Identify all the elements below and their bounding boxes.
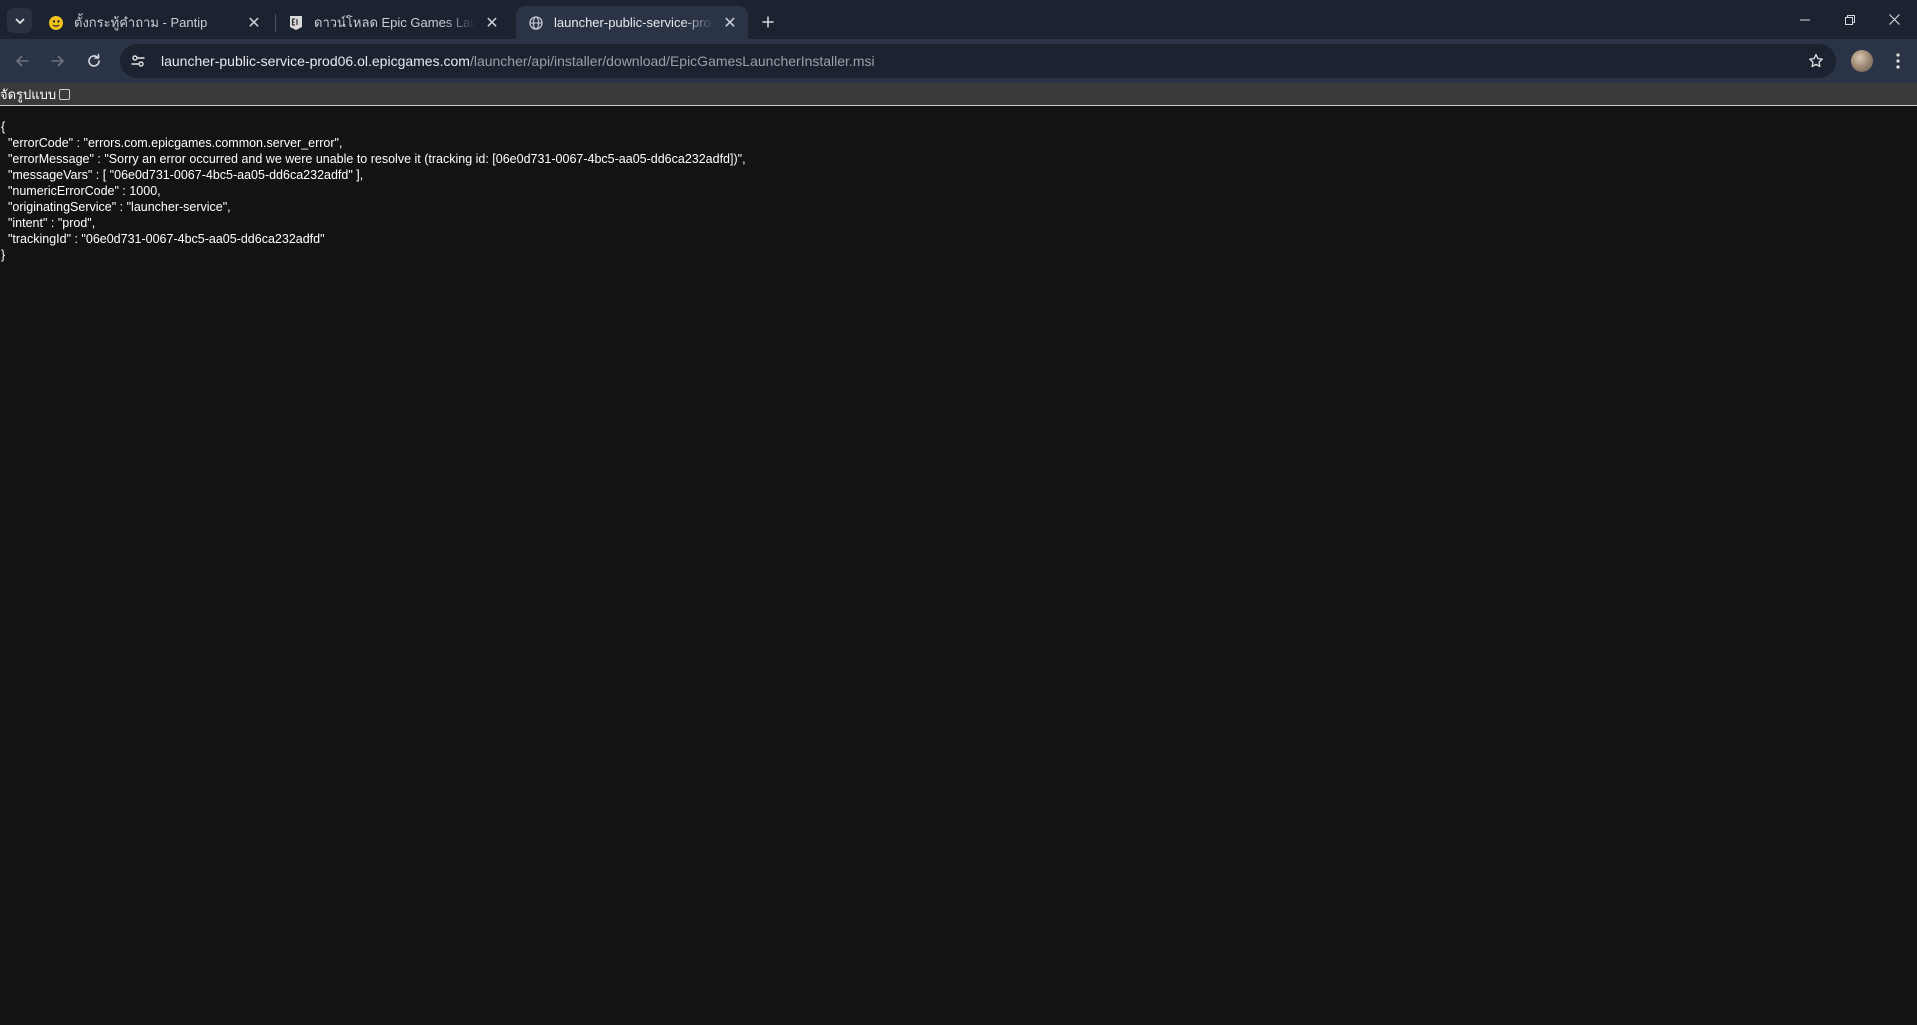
reload-icon bbox=[88, 53, 100, 67]
forward-button[interactable] bbox=[44, 47, 72, 75]
profile-avatar[interactable] bbox=[1851, 50, 1873, 72]
page-content: { "errorCode" : "errors.com.epicgames.co… bbox=[0, 106, 1917, 1025]
browser-title-bar: ตั้งกระทู้คำถาม - Pantip ✕ ดาวน์โหลด Epi… bbox=[0, 0, 1917, 39]
url-text[interactable]: launcher-public-service-prod06.ol.epicga… bbox=[161, 53, 875, 69]
tab-title: ดาวน์โหลด Epic Games Launcher bbox=[314, 15, 476, 30]
epic-games-icon bbox=[288, 15, 304, 31]
tune-icon bbox=[131, 55, 145, 67]
close-tab-icon[interactable]: ✕ bbox=[720, 13, 740, 33]
close-window-button[interactable] bbox=[1871, 0, 1917, 39]
globe-icon bbox=[528, 15, 544, 31]
reload-button[interactable] bbox=[80, 47, 108, 75]
tab-title: ตั้งกระทู้คำถาม - Pantip bbox=[74, 15, 208, 30]
restore-button[interactable] bbox=[1827, 0, 1873, 39]
star-icon bbox=[1809, 53, 1823, 68]
minimize-button[interactable] bbox=[1782, 0, 1828, 39]
close-tab-icon[interactable]: ✕ bbox=[244, 13, 264, 33]
address-bar[interactable]: launcher-public-service-prod06.ol.epicga… bbox=[120, 44, 1836, 78]
arrow-right-icon bbox=[51, 55, 64, 67]
bookmark-button[interactable] bbox=[1806, 51, 1826, 71]
tab-launcher-service[interactable]: launcher-public-service-prod06 ✕ bbox=[516, 6, 748, 39]
restore-icon bbox=[1845, 14, 1855, 25]
site-info-button[interactable] bbox=[126, 49, 150, 73]
json-line: "errorMessage" : "Sorry an error occurre… bbox=[1, 152, 746, 166]
json-line: "numericErrorCode" : 1000, bbox=[1, 184, 161, 198]
plus-icon bbox=[762, 16, 773, 27]
pretty-print-checkbox[interactable] bbox=[59, 88, 71, 100]
tab-title: launcher-public-service-prod06 bbox=[554, 15, 714, 30]
tab-search-button[interactable] bbox=[7, 8, 32, 33]
minimize-icon bbox=[1800, 19, 1810, 20]
json-line: "originatingService" : "launcher-service… bbox=[1, 200, 231, 214]
close-tab-icon[interactable]: ✕ bbox=[482, 13, 502, 33]
pantip-icon bbox=[48, 15, 64, 31]
browser-menu-button[interactable] bbox=[1885, 48, 1911, 74]
pretty-print-label: จัดรูปแบบ bbox=[0, 86, 57, 102]
more-vertical-icon bbox=[1896, 53, 1900, 69]
json-line: { bbox=[1, 120, 6, 134]
tab-epic-download[interactable]: ดาวน์โหลด Epic Games Launcher ✕ bbox=[276, 6, 510, 39]
json-line: "trackingId" : "06e0d731-0067-4bc5-aa05-… bbox=[1, 232, 325, 246]
browser-toolbar: launcher-public-service-prod06.ol.epicga… bbox=[0, 39, 1917, 83]
new-tab-button[interactable] bbox=[755, 9, 780, 34]
close-icon bbox=[1888, 14, 1900, 25]
json-response: { "errorCode" : "errors.com.epicgames.co… bbox=[1, 119, 746, 263]
json-line: } bbox=[1, 248, 6, 262]
json-line: "errorCode" : "errors.com.epicgames.comm… bbox=[1, 136, 343, 150]
arrow-left-icon bbox=[16, 55, 29, 67]
tab-pantip[interactable]: ตั้งกระทู้คำถาม - Pantip ✕ bbox=[36, 6, 272, 39]
url-path: /launcher/api/installer/download/EpicGam… bbox=[469, 53, 875, 69]
pretty-print-bar: จัดรูปแบบ bbox=[0, 83, 1917, 106]
back-button[interactable] bbox=[8, 47, 36, 75]
url-host: launcher-public-service-prod06.ol.epicga… bbox=[161, 53, 470, 69]
json-line: "intent" : "prod", bbox=[1, 216, 96, 230]
json-line: "messageVars" : [ "06e0d731-0067-4bc5-aa… bbox=[1, 168, 364, 182]
chevron-down-icon bbox=[15, 18, 24, 24]
